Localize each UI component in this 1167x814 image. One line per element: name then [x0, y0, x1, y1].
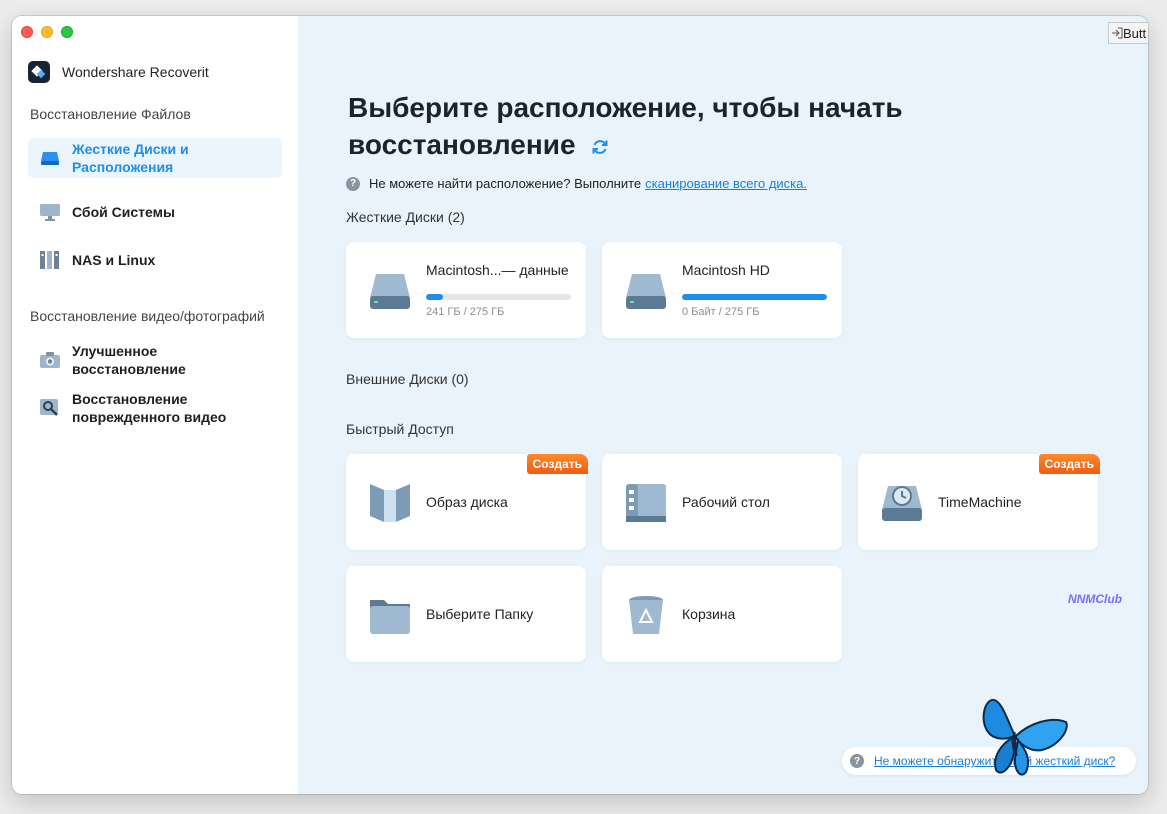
drive-name: Macintosh...— данные [426, 262, 569, 278]
corner-button-label: Butt [1123, 25, 1147, 41]
quick-label: Образ диска [426, 494, 508, 510]
quick-desktop[interactable]: Рабочий стол [602, 454, 842, 550]
corner-button[interactable]: Butt [1108, 22, 1148, 44]
refresh-icon[interactable] [591, 138, 609, 156]
quick-disk-image[interactable]: Создать Образ диска [346, 454, 588, 550]
page-title-text: Выберите расположение, чтобы начать восс… [348, 92, 903, 160]
close-window-button[interactable] [21, 26, 33, 38]
zoom-window-button[interactable] [61, 26, 73, 38]
drive-card-macintosh-hd[interactable]: Macintosh HD 0 Байт / 275 ГБ [602, 242, 842, 338]
sidebar-item-system-crash[interactable]: Сбой Системы [28, 196, 282, 228]
quick-access-label: Быстрый Доступ [346, 421, 454, 437]
drive-usage-bar [682, 294, 827, 300]
disk-image-icon [370, 484, 410, 522]
folder-icon [370, 600, 410, 634]
drive-usage-fill [682, 294, 827, 300]
hard-drives-label: Жесткие Диски (2) [346, 209, 465, 225]
sidebar-item-label: Сбой Системы [72, 204, 175, 220]
recoverit-logo-icon [28, 61, 50, 83]
app-window: Wondershare Recoverit Восстановление Фай… [12, 16, 1148, 794]
file-recovery-section-label: Восстановление Файлов [30, 106, 191, 122]
full-disk-scan-link[interactable]: сканирование всего диска. [645, 176, 807, 191]
sidebar-item-label: Улучшенное восстановление [72, 343, 186, 377]
desktop-icon [626, 484, 666, 522]
drive-size: 241 ГБ / 275 ГБ [426, 306, 505, 318]
butterfly-image [982, 698, 1068, 776]
quick-label: TimeMachine [938, 494, 1022, 510]
sidebar-item-label: Жесткие Диски и Расположения [72, 141, 189, 175]
drive-name: Macintosh HD [682, 262, 770, 278]
monitor-icon [40, 203, 60, 221]
quick-trash[interactable]: Корзина [602, 566, 842, 662]
app-name: Wondershare Recoverit [62, 64, 209, 80]
quick-label: Корзина [682, 606, 736, 622]
sign-in-icon [1112, 27, 1123, 39]
time-machine-icon [882, 486, 922, 521]
hard-drive-icon [40, 149, 60, 167]
brand: Wondershare Recoverit [28, 61, 209, 83]
question-icon: ? [850, 754, 864, 768]
quick-label: Рабочий стол [682, 494, 770, 510]
question-icon: ? [346, 176, 360, 191]
drive-card-macintosh-data[interactable]: Macintosh...— данные 241 ГБ / 275 ГБ [346, 242, 586, 338]
quick-timemachine[interactable]: Создать TimeMachine [858, 454, 1100, 550]
minimize-window-button[interactable] [41, 26, 53, 38]
create-badge[interactable]: Создать [526, 454, 588, 474]
hard-drive-icon [370, 274, 410, 309]
trash-icon [629, 596, 663, 634]
quick-label: Выберите Папку [426, 606, 534, 622]
nas-icon [40, 251, 60, 269]
hint-line: ? Не можете найти расположение? Выполнит… [346, 176, 807, 191]
hint-text: Не можете найти расположение? Выполните [369, 176, 642, 191]
sidebar-item-hard-drives[interactable]: Жесткие Диски и Расположения [28, 138, 282, 178]
sidebar-item-enhanced-recovery[interactable]: Улучшенное восстановление [28, 340, 282, 380]
video-repair-icon [40, 399, 60, 417]
sidebar: Wondershare Recoverit Восстановление Фай… [12, 16, 298, 794]
drive-usage-fill [426, 294, 444, 300]
sidebar-item-label: Восстановление поврежденного видео [72, 391, 227, 425]
sidebar-item-nas-linux[interactable]: NAS и Linux [28, 244, 282, 276]
sidebar-item-video-repair[interactable]: Восстановление поврежденного видео [28, 388, 282, 428]
media-recovery-section-label: Восстановление видео/фотографий [30, 308, 265, 324]
sidebar-item-label: NAS и Linux [72, 252, 156, 268]
quick-select-folder[interactable]: Выберите Папку [346, 566, 586, 662]
camera-icon [40, 351, 60, 369]
drive-size: 0 Байт / 275 ГБ [682, 306, 760, 318]
hard-drive-icon [626, 274, 666, 309]
external-drives-label: Внешние Диски (0) [346, 371, 469, 387]
main-content: Butt Выберите расположение, чтобы начать… [298, 16, 1148, 794]
watermark: NNMClub [1068, 592, 1122, 606]
drive-usage-bar [426, 294, 571, 300]
create-badge[interactable]: Создать [1038, 454, 1100, 474]
page-title: Выберите расположение, чтобы начать восс… [348, 89, 948, 163]
